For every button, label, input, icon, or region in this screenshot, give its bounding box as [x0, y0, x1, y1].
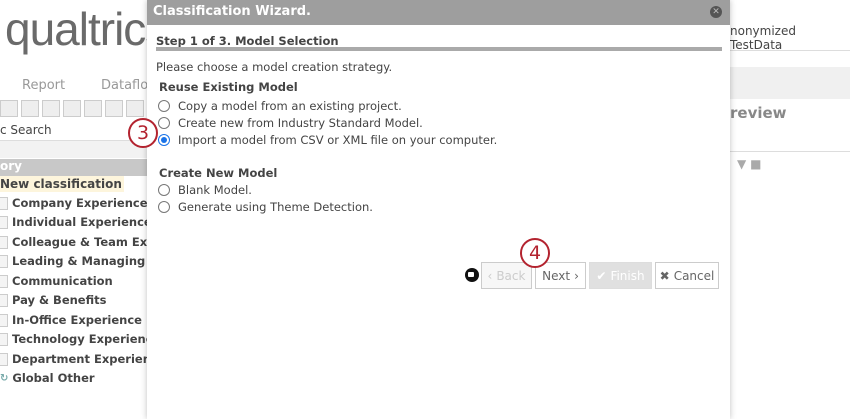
folder-icon: [0, 313, 8, 327]
option-label: Generate using Theme Detection.: [178, 200, 373, 214]
category-item[interactable]: Pay & Benefits: [0, 293, 106, 307]
button-label: Next: [542, 268, 571, 283]
category-item[interactable]: Leading & Managing: [0, 254, 145, 268]
move-up-icon[interactable]: [84, 100, 102, 117]
option-label: Import a model from CSV or XML file on y…: [178, 133, 498, 147]
finish-button[interactable]: ✔ Finish: [589, 262, 652, 289]
classification-wizard-dialog: Classification Wizard. ✕ Step 1 of 3. Mo…: [147, 0, 730, 419]
button-label: Back: [496, 268, 526, 283]
divider: [730, 50, 850, 51]
radio-button-selected[interactable]: [158, 134, 170, 146]
folder-open-icon[interactable]: ■: [750, 157, 761, 171]
reuse-section-heading: Reuse Existing Model: [159, 80, 298, 94]
next-button[interactable]: Next ›: [535, 262, 586, 289]
category-label: In-Office Experience: [12, 313, 142, 327]
folder-icon: [0, 215, 8, 229]
record-icon[interactable]: [465, 268, 479, 282]
preview-tools: ▼ ■: [737, 157, 761, 171]
category-item[interactable]: Company Experience: [0, 196, 148, 210]
new-classification-item[interactable]: New classification: [0, 176, 124, 192]
folder-icon: [0, 332, 8, 346]
folder-icon: [0, 196, 8, 210]
step-progress-bar: [156, 47, 722, 51]
category-label: Communication: [12, 274, 113, 288]
option-theme-detection[interactable]: Generate using Theme Detection.: [158, 200, 373, 214]
hierarchy-icon[interactable]: [126, 100, 144, 117]
option-blank-model[interactable]: Blank Model.: [158, 183, 252, 197]
radio-button[interactable]: [158, 117, 170, 129]
x-icon: ✖: [659, 268, 670, 283]
category-label: Technology Experience: [12, 332, 161, 346]
option-copy-model[interactable]: Copy a model from an existing project.: [158, 99, 402, 113]
close-icon[interactable]: ✕: [710, 6, 722, 18]
comment-icon[interactable]: [63, 100, 81, 117]
check-icon: ✔: [596, 268, 607, 283]
option-label: Copy a model from an existing project.: [178, 99, 402, 113]
radio-button[interactable]: [158, 201, 170, 213]
move-down-icon[interactable]: [105, 100, 123, 117]
category-item[interactable]: In-Office Experience: [0, 313, 142, 327]
search-band: [0, 141, 150, 158]
option-industry-model[interactable]: Create new from Industry Standard Model.: [158, 116, 423, 130]
chevron-right-icon: ›: [574, 268, 579, 283]
preview-heading: review: [730, 104, 787, 122]
category-item[interactable]: Individual Experience: [0, 215, 152, 229]
option-label: Create new from Industry Standard Model.: [178, 116, 423, 130]
other-icon: ↻: [0, 372, 9, 384]
folder-icon: [0, 254, 8, 268]
toolbar: [0, 100, 165, 117]
divider: [730, 151, 850, 152]
option-label: Blank Model.: [178, 183, 252, 197]
import-icon[interactable]: [42, 100, 60, 117]
category-item[interactable]: Technology Experience: [0, 332, 160, 346]
right-band: [730, 67, 850, 99]
folder-icon: [0, 352, 8, 366]
back-button[interactable]: ‹ Back: [481, 262, 532, 289]
radio-button[interactable]: [158, 100, 170, 112]
category-item[interactable]: ↻ Global Other: [0, 371, 95, 385]
category-item[interactable]: Department Experience: [0, 352, 166, 366]
category-item[interactable]: Communication: [0, 274, 113, 288]
folder-icon: [0, 293, 8, 307]
button-label: Finish: [610, 268, 645, 283]
step-heading: Step 1 of 3. Model Selection: [156, 34, 339, 48]
dialog-title: Classification Wizard.: [147, 0, 730, 25]
chevron-left-icon: ‹: [487, 268, 493, 283]
category-label: Department Experience: [12, 352, 166, 366]
filter-icon[interactable]: ▼: [737, 157, 746, 171]
folder-icon: [0, 274, 8, 288]
export-icon[interactable]: [21, 100, 39, 117]
toolbar-icon[interactable]: [0, 100, 18, 117]
category-header: ory: [0, 159, 150, 176]
prompt-text: Please choose a model creation strategy.: [156, 60, 393, 74]
category-label: Individual Experience: [12, 215, 152, 229]
button-label: Cancel: [673, 268, 715, 283]
cancel-button[interactable]: ✖ Cancel: [655, 262, 719, 289]
step-annotation-badge: 3: [128, 118, 158, 148]
project-name: nonymized TestData: [730, 24, 796, 52]
create-section-heading: Create New Model: [159, 166, 278, 180]
radio-button[interactable]: [158, 184, 170, 196]
logo-text: qualtrics: [5, 3, 168, 55]
category-label: Company Experience: [12, 196, 148, 210]
folder-icon: [0, 235, 8, 249]
option-import-model[interactable]: Import a model from CSV or XML file on y…: [158, 133, 497, 147]
category-label: Pay & Benefits: [12, 293, 107, 307]
category-label: Leading & Managing: [12, 254, 146, 268]
category-label: Global Other: [12, 371, 95, 385]
step-annotation-badge: 4: [520, 238, 550, 268]
tab-report[interactable]: Report: [22, 78, 65, 93]
